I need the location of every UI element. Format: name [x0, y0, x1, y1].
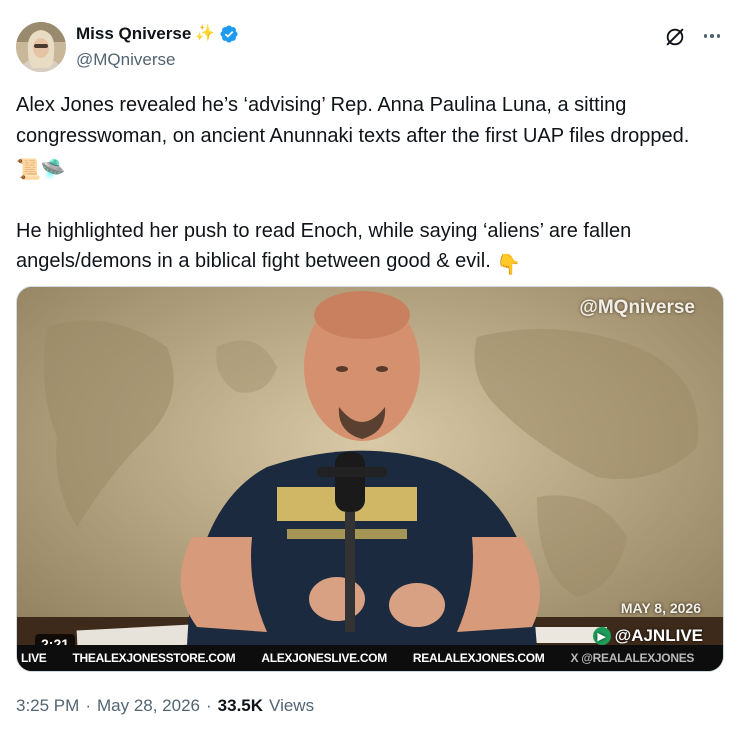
- tweet-time[interactable]: 3:25 PM: [16, 696, 79, 716]
- tweet-paragraph-2-text: He highlighted her push to read Enoch, w…: [16, 219, 632, 273]
- ticker-item: ALEXJONESLIVE.COM: [261, 651, 387, 665]
- ticker-item: REALALEXJONES.COM: [412, 651, 545, 665]
- meta-separator: ·: [85, 696, 91, 715]
- tweet-paragraph-2: He highlighted her push to read Enoch, w…: [16, 216, 716, 281]
- tweet-paragraph-1-text: Alex Jones revealed he’s ‘advising’ Rep.…: [16, 94, 690, 147]
- verified-badge-icon[interactable]: [219, 24, 239, 44]
- video-channel-stamp: ▶ @AJNLIVE: [592, 626, 703, 646]
- tweet-meta: 3:25 PM · May 28, 2026 · 33.5K Views: [16, 696, 314, 716]
- views-label: Views: [269, 696, 315, 715]
- video-channel-stamp-text: @AJNLIVE: [614, 626, 703, 645]
- channel-logo-icon: ▶: [592, 627, 611, 645]
- video-date-stamp: MAY 8, 2026: [620, 600, 701, 616]
- video-watermark: @MQniverse: [579, 297, 695, 318]
- paragraph-spacer: [16, 186, 716, 216]
- tweet-header: Miss Qniverse ✨ @MQniverse: [16, 22, 724, 72]
- ticker-item: X @REALALEXJONES: [570, 651, 695, 665]
- tweet-paragraph-1: Alex Jones revealed he’s ‘advising’ Rep.…: [16, 90, 716, 186]
- scroll-ufo-emoji: 📜🛸: [16, 159, 66, 181]
- video-frame: [17, 287, 723, 671]
- pointing-down-emoji: 👇: [496, 254, 522, 276]
- author-avatar[interactable]: [16, 22, 66, 72]
- ticker-item: THEALEXJONESSTORE.COM: [72, 651, 236, 665]
- meta-separator: ·: [206, 696, 212, 715]
- video-player[interactable]: @MQniverse MAY 8, 2026 ▶ @AJNLIVE 2:21 L…: [16, 286, 724, 672]
- author-display-name[interactable]: Miss Qniverse: [76, 24, 191, 44]
- ticker-item: LIVE: [21, 651, 47, 665]
- name-emoji: ✨: [195, 25, 216, 42]
- grok-icon[interactable]: [664, 26, 686, 48]
- tweet-date[interactable]: May 28, 2026: [97, 696, 200, 716]
- author-handle[interactable]: @MQniverse: [76, 50, 175, 70]
- tweet-body: Alex Jones revealed he’s ‘advising’ Rep.…: [16, 90, 716, 281]
- avatar-image: [16, 22, 66, 72]
- more-options-icon[interactable]: [700, 24, 724, 48]
- video-ticker: LIVE THEALEXJONESSTORE.COM ALEXJONESLIVE…: [17, 645, 723, 671]
- views-count[interactable]: 33.5K: [218, 696, 263, 716]
